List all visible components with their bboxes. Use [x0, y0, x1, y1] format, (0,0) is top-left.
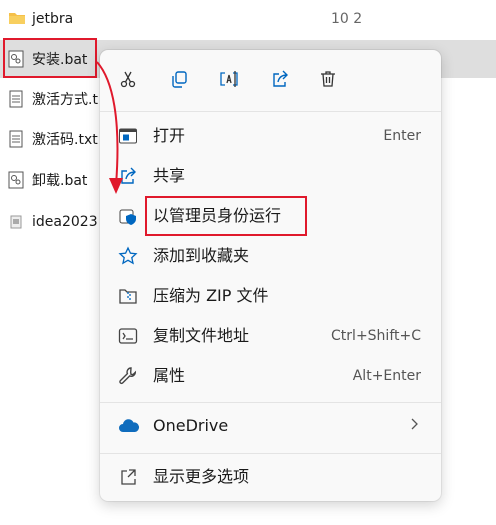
chevron-right-icon — [409, 416, 419, 435]
file-row-jetbra[interactable]: jetbra 10 2 — [0, 0, 496, 38]
menu-label: 显示更多选项 — [153, 467, 250, 486]
rename-icon — [218, 69, 240, 93]
trash-icon — [318, 69, 338, 93]
menu-label: 添加到收藏夹 — [153, 246, 250, 265]
copy-path-icon — [118, 326, 138, 346]
file-name: jetbra — [32, 11, 74, 27]
toolbar-separator — [100, 111, 441, 112]
wrench-icon — [118, 366, 138, 386]
batch-file-icon — [8, 171, 24, 189]
image-file-icon — [8, 213, 24, 231]
menu-shortcut: Enter — [383, 128, 421, 144]
menu-item-copy-path[interactable]: 复制文件地址 Ctrl+Shift+C — [100, 316, 441, 356]
annotation-box-menu — [145, 196, 307, 236]
file-name: 激活码.txt — [32, 132, 98, 148]
menu-label: 共享 — [153, 166, 186, 185]
file-name: 激活方式.t — [32, 92, 98, 108]
menu-item-properties[interactable]: 属性 Alt+Enter — [100, 356, 441, 396]
file-name: idea2023 — [32, 214, 98, 230]
more-options-icon — [118, 467, 138, 487]
file-date: 10 2 — [331, 11, 363, 27]
menu-label: 复制文件地址 — [153, 326, 250, 345]
copy-icon — [169, 69, 189, 93]
menu-separator — [100, 453, 441, 454]
admin-shield-icon — [118, 206, 138, 226]
menu-item-add-favorites[interactable]: 添加到收藏夹 — [100, 236, 441, 276]
folder-icon — [8, 10, 25, 28]
menu-item-open[interactable]: 打开 Enter — [100, 116, 441, 156]
annotation-box-file — [3, 38, 97, 78]
menu-item-onedrive[interactable]: OneDrive — [100, 406, 441, 446]
menu-separator — [100, 402, 441, 403]
share-toolbar-button[interactable] — [262, 64, 298, 98]
context-toolbar — [100, 50, 441, 112]
text-file-icon — [8, 90, 24, 108]
context-menu: 打开 Enter 共享 以管理员身份运行 添加到收藏夹 压缩为 ZIP 文件 复… — [100, 50, 441, 501]
share-icon — [270, 69, 290, 93]
menu-item-more-options[interactable]: 显示更多选项 — [100, 457, 441, 497]
zip-folder-icon — [118, 286, 138, 306]
menu-label: OneDrive — [153, 416, 229, 435]
menu-item-compress-zip[interactable]: 压缩为 ZIP 文件 — [100, 276, 441, 316]
file-name: 卸载.bat — [32, 173, 88, 189]
menu-label: 压缩为 ZIP 文件 — [153, 286, 269, 305]
menu-label: 打开 — [153, 126, 186, 145]
menu-shortcut: Ctrl+Shift+C — [331, 328, 421, 344]
copy-button[interactable] — [161, 64, 197, 98]
menu-shortcut: Alt+Enter — [352, 368, 421, 384]
delete-button[interactable] — [310, 64, 346, 98]
text-file-icon — [8, 130, 24, 148]
cloud-icon — [118, 416, 140, 436]
menu-item-share[interactable]: 共享 — [100, 156, 441, 196]
rename-button[interactable] — [211, 64, 247, 98]
annotation-arrow — [96, 61, 123, 194]
menu-label: 属性 — [153, 366, 186, 385]
star-icon — [118, 246, 138, 266]
